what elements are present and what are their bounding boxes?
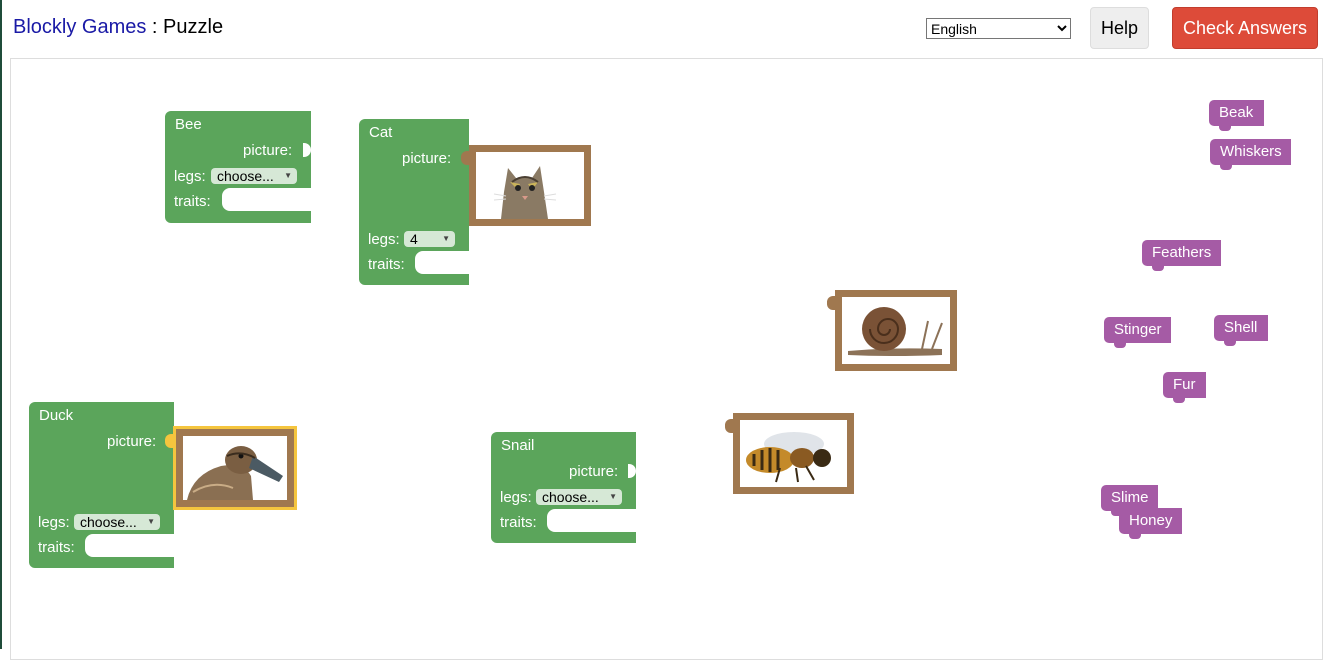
bee-picture-block[interactable]: [725, 413, 854, 494]
snail-legs-label: legs:: [500, 489, 532, 506]
duck-traits-label: traits:: [38, 539, 75, 556]
duck-block[interactable]: Duck picture: legs: choose... ▼ traits:: [29, 402, 174, 568]
bee-picture-socket: [303, 143, 311, 157]
bee-legs-label: legs:: [174, 168, 206, 185]
duck-name: Duck: [39, 407, 74, 424]
check-answers-button[interactable]: Check Answers: [1172, 7, 1318, 49]
duck-legs-value: choose...: [80, 514, 137, 530]
blockly-games-link[interactable]: Blockly Games: [13, 16, 146, 38]
duck-traits-slot[interactable]: [85, 534, 174, 557]
trait-stinger[interactable]: Stinger: [1104, 317, 1171, 348]
trait-beak[interactable]: Beak: [1209, 100, 1264, 131]
cat-picture-connector: [461, 151, 470, 165]
bee-name: Bee: [175, 116, 202, 133]
duck-picture-label: picture:: [107, 433, 157, 450]
cat-traits-slot[interactable]: [415, 251, 469, 274]
header: Blockly Games : Puzzle English Help Chec…: [0, 0, 1339, 58]
bee-image: [740, 420, 847, 487]
snail-traits-slot[interactable]: [547, 509, 636, 532]
cat-picture-label: picture:: [402, 150, 452, 167]
puzzle-title: Puzzle: [163, 16, 224, 38]
trait-fur[interactable]: Fur: [1163, 372, 1206, 403]
trait-shell[interactable]: Shell: [1214, 315, 1268, 346]
snail-picture-connector: [827, 296, 836, 310]
duck-legs-label: legs:: [38, 514, 70, 531]
cat-picture-block[interactable]: [461, 145, 591, 226]
dropdown-arrow-icon: ▼: [284, 171, 292, 180]
cat-traits-label: traits:: [368, 256, 405, 273]
page-title: Blockly Games : Puzzle: [13, 16, 223, 39]
snail-picture-block[interactable]: [827, 290, 957, 371]
trait-feathers[interactable]: Feathers: [1142, 240, 1221, 271]
duck-picture-connector: [165, 434, 174, 448]
bee-traits-label: traits:: [174, 193, 211, 210]
bee-block[interactable]: Bee picture: legs: choose... ▼ traits:: [165, 111, 311, 223]
snail-legs-value: choose...: [542, 489, 599, 505]
trait-honey[interactable]: Honey: [1119, 508, 1182, 539]
cat-legs-dropdown[interactable]: 4 ▼: [404, 231, 455, 247]
cat-block[interactable]: Cat picture: legs: 4 ▼ traits:: [359, 119, 469, 285]
snail-traits-label: traits:: [500, 514, 537, 531]
bee-picture-connector: [725, 419, 734, 433]
snail-block[interactable]: Snail picture: legs: choose... ▼ traits:: [491, 432, 636, 543]
help-button[interactable]: Help: [1090, 7, 1149, 49]
duck-image: [183, 436, 287, 500]
dropdown-arrow-icon: ▼: [442, 234, 450, 243]
duck-legs-dropdown[interactable]: choose... ▼: [74, 514, 160, 530]
duck-picture-block[interactable]: [176, 429, 294, 507]
window-edge: [0, 0, 2, 649]
trait-whiskers[interactable]: Whiskers: [1210, 139, 1291, 170]
cat-name: Cat: [369, 124, 393, 141]
bee-picture-label: picture:: [243, 142, 293, 159]
snail-name: Snail: [501, 437, 535, 454]
bee-legs-value: choose...: [217, 168, 274, 184]
snail-image: [842, 297, 950, 364]
cat-image: [476, 152, 584, 219]
snail-legs-dropdown[interactable]: choose... ▼: [536, 489, 622, 505]
snail-picture-socket: [628, 464, 636, 478]
blockly-workspace[interactable]: Bee picture: legs: choose... ▼ traits: Ca…: [10, 58, 1323, 660]
dropdown-arrow-icon: ▼: [609, 492, 617, 501]
bee-legs-dropdown[interactable]: choose... ▼: [211, 168, 297, 184]
cat-legs-label: legs:: [368, 231, 400, 248]
cat-legs-value: 4: [410, 231, 418, 247]
snail-picture-label: picture:: [569, 463, 619, 480]
duck-picture-block-selected[interactable]: [165, 426, 297, 510]
bee-traits-slot[interactable]: [222, 188, 311, 211]
language-select[interactable]: English: [926, 18, 1071, 39]
dropdown-arrow-icon: ▼: [147, 517, 155, 526]
title-separator: :: [146, 16, 164, 38]
